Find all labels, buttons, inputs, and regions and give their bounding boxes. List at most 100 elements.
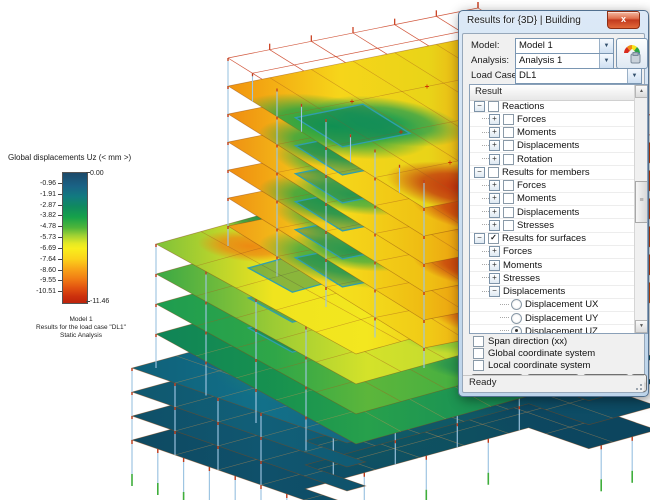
tree-radio[interactable] bbox=[511, 326, 522, 334]
tree-checkbox[interactable] bbox=[503, 114, 514, 125]
tree-item-displacement-uy[interactable]: Displacement UY bbox=[470, 312, 635, 325]
chevron-down-icon[interactable]: ▼ bbox=[627, 69, 641, 83]
local-cs-checkbox-row[interactable]: Local coordinate system bbox=[473, 360, 590, 371]
expand-icon[interactable]: + bbox=[489, 140, 500, 151]
expand-icon[interactable]: + bbox=[489, 260, 500, 271]
close-icon[interactable]: x bbox=[607, 11, 640, 29]
chevron-down-icon[interactable]: ▼ bbox=[599, 54, 613, 68]
resize-grip[interactable] bbox=[634, 382, 642, 390]
tree-connector bbox=[482, 291, 489, 293]
collapse-icon[interactable]: − bbox=[474, 233, 485, 244]
tree-item-moments[interactable]: +Moments bbox=[470, 259, 635, 272]
tree-item-forces[interactable]: + Forces bbox=[470, 113, 635, 126]
tree-connector bbox=[500, 317, 509, 319]
tree-item-displacement-ux[interactable]: Displacement UX bbox=[470, 299, 635, 312]
tree-checkbox[interactable] bbox=[503, 180, 514, 191]
tree-connector bbox=[482, 198, 489, 200]
tree-checkbox[interactable] bbox=[503, 220, 514, 231]
tree-item-displacements[interactable]: +Displacements bbox=[470, 140, 635, 153]
tree-checkbox[interactable] bbox=[503, 140, 514, 151]
expand-icon[interactable]: + bbox=[489, 154, 500, 165]
global-cs-checkbox[interactable] bbox=[473, 348, 484, 359]
expand-icon[interactable]: + bbox=[489, 273, 500, 284]
tree-item-reactions[interactable]: − Reactions bbox=[470, 100, 635, 113]
expand-icon[interactable]: + bbox=[489, 114, 500, 125]
expand-icon[interactable]: + bbox=[489, 246, 500, 257]
tree-item-rotation[interactable]: +Rotation bbox=[470, 153, 635, 166]
scroll-up-icon[interactable]: ▲ bbox=[635, 85, 648, 98]
tree-item-moments[interactable]: +Moments bbox=[470, 193, 635, 206]
tree-item-label: Stresses bbox=[503, 273, 540, 284]
tree-item-label: Forces bbox=[517, 114, 546, 125]
legend-tick-label: -1.91 bbox=[12, 191, 56, 198]
legend-tick-mark bbox=[58, 237, 62, 238]
model-select[interactable]: Model 1 ▼ bbox=[515, 38, 614, 54]
tree-item-label: Stresses bbox=[517, 220, 554, 231]
legend-tick-mark bbox=[58, 259, 62, 260]
tree-item-label: Displacements bbox=[517, 207, 579, 218]
span-direction-label: Span direction (xx) bbox=[488, 336, 567, 347]
span-direction-checkbox-row[interactable]: Span direction (xx) bbox=[473, 336, 567, 347]
legend-bar-wrap: 0.00 -11.46 -0.96-1.91-2.87-3.82-4.78-5.… bbox=[8, 170, 154, 322]
tree-item-results-for-surfaces[interactable]: −✓Results for surfaces bbox=[470, 233, 635, 246]
legend-caption-analysis: Static Analysis bbox=[8, 332, 154, 340]
result-tree-rows: −Reactions+Forces+Moments+Displacements+… bbox=[470, 100, 635, 333]
tree-checkbox[interactable] bbox=[488, 101, 499, 112]
tree-checkbox[interactable] bbox=[503, 127, 514, 138]
tree-item-label: Displacements bbox=[503, 286, 565, 297]
tree-item-label: Displacement UY bbox=[525, 313, 598, 324]
span-direction-checkbox[interactable] bbox=[473, 336, 484, 347]
tree-radio[interactable] bbox=[511, 299, 522, 310]
expand-icon[interactable]: + bbox=[489, 180, 500, 191]
legend-tick-mark bbox=[58, 183, 62, 184]
collapse-icon[interactable]: − bbox=[474, 167, 485, 178]
legend-tick-mark bbox=[58, 270, 62, 271]
analysis-value: Analysis 1 bbox=[516, 54, 599, 68]
tree-item-label: Forces bbox=[517, 180, 546, 191]
color-scale-button[interactable] bbox=[616, 38, 648, 69]
load-case-select[interactable]: DL1 ▼ bbox=[515, 68, 642, 84]
tree-item-displacements[interactable]: −Displacements bbox=[470, 286, 635, 299]
tree-item-displacements[interactable]: + Displacements bbox=[470, 206, 635, 219]
tree-scrollbar[interactable]: ▲ ▼ bbox=[634, 85, 647, 333]
legend-edge-tick bbox=[86, 172, 90, 173]
tree-connector bbox=[500, 304, 509, 306]
tree-checkbox[interactable]: ✓ bbox=[488, 233, 499, 244]
tree-checkbox[interactable] bbox=[503, 193, 514, 204]
expand-icon[interactable]: + bbox=[489, 220, 500, 231]
local-cs-checkbox[interactable] bbox=[473, 360, 484, 371]
tree-item-results-for-members[interactable]: −Results for members bbox=[470, 166, 635, 179]
results-panel-dialog: Results for {3D} | Building x Model: Mod… bbox=[458, 10, 649, 397]
expand-icon[interactable]: + bbox=[489, 207, 500, 218]
tree-checkbox[interactable] bbox=[503, 154, 514, 165]
expand-icon[interactable]: + bbox=[489, 127, 500, 138]
color-scale-icon bbox=[621, 43, 643, 65]
result-tree: Result −Reactions+Forces+Moments+Displac… bbox=[469, 84, 648, 334]
tree-item-label: Reactions bbox=[502, 101, 544, 112]
scrollbar-thumb[interactable] bbox=[635, 181, 648, 223]
legend-tick-label: -4.78 bbox=[12, 223, 56, 230]
collapse-icon[interactable]: − bbox=[474, 101, 485, 112]
tree-item-forces[interactable]: + Forces bbox=[470, 180, 635, 193]
global-cs-checkbox-row[interactable]: Global coordinate system bbox=[473, 348, 595, 359]
result-tree-header: Result bbox=[470, 85, 647, 101]
tree-item-stresses[interactable]: +Stresses bbox=[470, 272, 635, 285]
legend-tick-label: -10.51 bbox=[12, 288, 56, 295]
tree-item-forces[interactable]: +Forces bbox=[470, 246, 635, 259]
scroll-down-icon[interactable]: ▼ bbox=[635, 320, 648, 333]
tree-connector bbox=[482, 264, 489, 266]
tree-item-displacement-uz[interactable]: Displacement UZ bbox=[470, 325, 635, 334]
tree-item-label: Moments bbox=[517, 127, 556, 138]
tree-item-moments[interactable]: + Moments bbox=[470, 127, 635, 140]
tree-connector bbox=[482, 277, 489, 279]
expand-icon[interactable]: + bbox=[489, 193, 500, 204]
analysis-select[interactable]: Analysis 1 ▼ bbox=[515, 53, 614, 69]
tree-checkbox[interactable] bbox=[488, 167, 499, 178]
tree-checkbox[interactable] bbox=[503, 207, 514, 218]
legend-max-value: 0.00 bbox=[90, 170, 104, 177]
collapse-icon[interactable]: − bbox=[489, 286, 500, 297]
tree-item-stresses[interactable]: + Stresses bbox=[470, 219, 635, 232]
chevron-down-icon[interactable]: ▼ bbox=[599, 39, 613, 53]
status-text: Ready bbox=[469, 377, 496, 388]
tree-radio[interactable] bbox=[511, 313, 522, 324]
